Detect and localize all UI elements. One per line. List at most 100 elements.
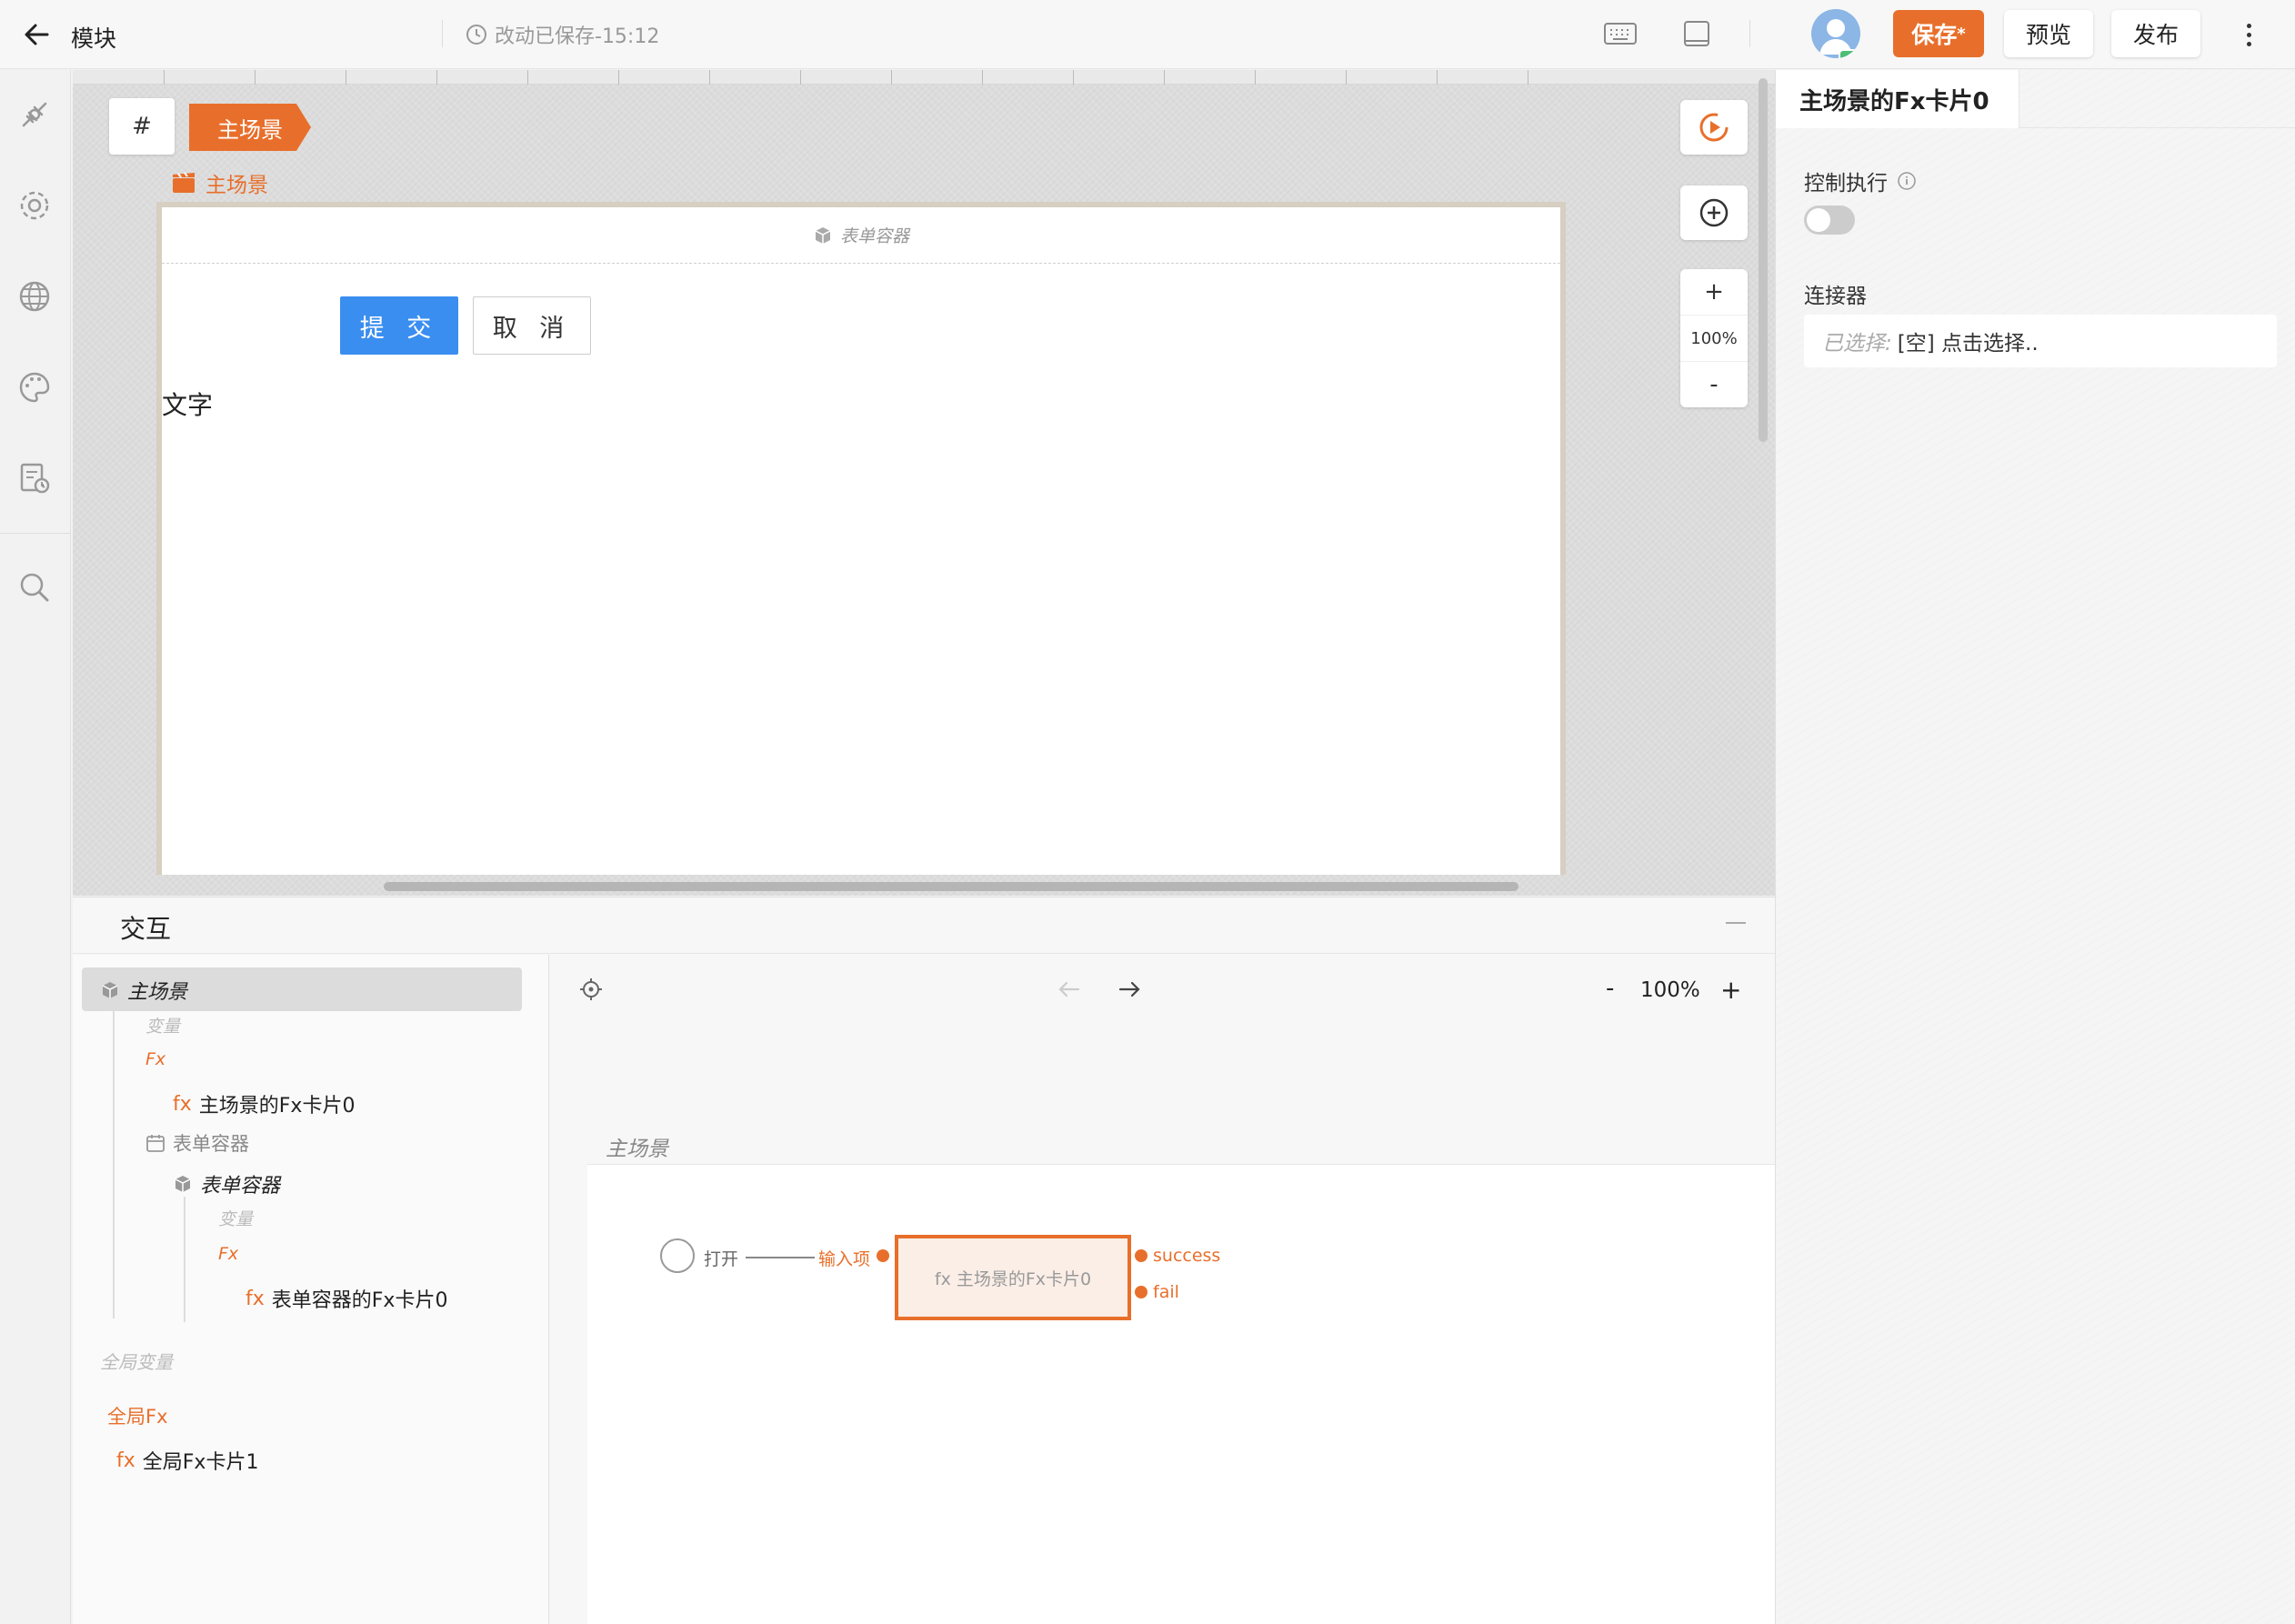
connector-prefix: 已选择:	[1822, 332, 1892, 356]
connection-line	[746, 1257, 815, 1258]
tree-item-main-scene[interactable]: 主场景	[100, 976, 187, 1005]
form-container-label: 表单容器	[839, 226, 909, 246]
history-doc-icon[interactable]	[13, 456, 56, 500]
scene-tag[interactable]: 主场景	[189, 104, 311, 151]
tree-item-fx-card[interactable]: fx 表单容器的Fx卡片0	[246, 1284, 447, 1313]
settings-icon[interactable]	[13, 184, 56, 227]
play-circle-icon	[1699, 113, 1729, 142]
interaction-title: 交互	[120, 914, 172, 944]
save-status-text: 改动已保存-15:12	[495, 25, 660, 48]
tree-item-form-group[interactable]: 表单容器	[145, 1129, 249, 1157]
top-bar: 模块 改动已保存-15:12 保存 * 预览 发布	[0, 0, 2295, 69]
tree-item-label: 表单容器	[173, 1133, 249, 1155]
fail-port-label: fail	[1153, 1282, 1179, 1302]
control-exec-toggle[interactable]	[1804, 206, 1855, 235]
connector-select[interactable]: 已选择: [空] 点击选择..	[1804, 315, 2277, 367]
book-icon[interactable]	[1677, 15, 1717, 55]
fx-icon: fx	[246, 1287, 265, 1310]
keyboard-icon[interactable]	[1600, 15, 1640, 55]
save-status: 改动已保存-15:12	[466, 20, 659, 49]
divider	[442, 20, 443, 47]
form-container-header[interactable]: 表单容器	[162, 207, 1560, 264]
fx-icon: fx	[116, 1449, 135, 1472]
submit-button[interactable]: 提 交	[340, 296, 458, 355]
play-preview-button[interactable]	[1680, 100, 1748, 155]
tree-item-global-vars[interactable]: 全局变量	[100, 1348, 173, 1374]
online-badge	[1839, 49, 1860, 58]
tree-item-label: 主场景	[127, 981, 188, 1004]
control-exec-row: 控制执行	[1804, 165, 1917, 196]
flow-zoom-in-button[interactable]: +	[1720, 975, 1741, 1005]
success-port[interactable]	[1135, 1249, 1148, 1262]
avatar[interactable]	[1811, 9, 1860, 58]
flow-board[interactable]	[587, 1164, 1775, 1624]
hash-button[interactable]: #	[109, 98, 175, 155]
scene-sub-text: 主场景	[205, 174, 268, 197]
unsaved-mark: *	[1957, 24, 1966, 44]
search-icon[interactable]	[13, 566, 56, 609]
tree-guide-line	[184, 1197, 185, 1322]
cancel-button[interactable]: 取 消	[473, 296, 591, 355]
text-component[interactable]: 文字	[162, 386, 213, 422]
zoom-control: + 100% -	[1680, 269, 1748, 407]
back-arrow-icon[interactable]	[20, 16, 56, 53]
properties-tab[interactable]: 主场景的Fx卡片0	[1776, 70, 2019, 128]
open-event-node[interactable]	[660, 1238, 695, 1273]
undo-arrow-icon[interactable]	[1055, 977, 1084, 1002]
minimize-icon[interactable]	[1726, 922, 1746, 924]
tree-item-fx-card[interactable]: fx 主场景的Fx卡片0	[173, 1089, 355, 1118]
fail-port[interactable]	[1135, 1286, 1148, 1298]
plug-icon[interactable]	[13, 93, 56, 136]
locate-icon[interactable]	[578, 977, 604, 1002]
flow-zoom-level: 100%	[1640, 978, 1700, 1002]
tree-item-vars[interactable]: 变量	[218, 1206, 253, 1230]
globe-icon[interactable]	[13, 275, 56, 318]
ruler	[73, 70, 1775, 85]
publish-button[interactable]: 发布	[2111, 10, 2200, 57]
scene-sub-label: 主场景	[171, 167, 268, 198]
divider	[2019, 127, 2295, 128]
success-port-label: success	[1153, 1246, 1221, 1266]
vertical-scrollbar[interactable]	[1759, 78, 1768, 442]
palette-icon[interactable]	[13, 366, 56, 409]
fx-icon: fx	[173, 1092, 192, 1116]
open-event-label: 打开	[704, 1249, 739, 1269]
tree-item-vars[interactable]: 变量	[145, 1013, 180, 1038]
zoom-in-button[interactable]: +	[1680, 269, 1748, 316]
rail-divider	[0, 533, 71, 534]
save-button-label: 保存	[1911, 22, 1958, 48]
flow-zoom-out-button[interactable]: -	[1606, 975, 1614, 1002]
flow-scene-label: 主场景	[606, 1138, 668, 1161]
plus-circle-icon	[1699, 198, 1729, 227]
module-title: 模块	[71, 25, 117, 52]
tree-guide-line	[113, 1002, 115, 1318]
cube-icon	[175, 1176, 191, 1192]
tree-item-global-fx-card[interactable]: fx 全局Fx卡片1	[116, 1446, 258, 1475]
clock-icon	[466, 25, 486, 45]
more-menu-icon[interactable]	[2235, 16, 2262, 53]
calendar-icon	[146, 1135, 165, 1152]
tree-item-fx-group[interactable]: Fx	[218, 1244, 238, 1264]
tree-item-global-fx[interactable]: 全局Fx	[107, 1402, 168, 1429]
save-button[interactable]: 保存 *	[1893, 10, 1984, 57]
redo-arrow-icon[interactable]	[1115, 977, 1144, 1002]
zoom-level: 100%	[1680, 316, 1748, 362]
add-element-button[interactable]	[1680, 185, 1748, 240]
tree-item-form-container[interactable]: 表单容器	[173, 1169, 280, 1198]
cube-icon	[815, 226, 831, 244]
tree-item-label: 表单容器	[200, 1175, 281, 1198]
tree-item-label: 主场景的Fx卡片0	[198, 1095, 356, 1118]
horizontal-scrollbar[interactable]	[384, 882, 1518, 891]
clapper-icon	[173, 172, 195, 193]
control-exec-label: 控制执行	[1804, 172, 1888, 195]
preview-button[interactable]: 预览	[2004, 10, 2093, 57]
connector-value: [空] 点击选择..	[1897, 332, 2039, 356]
tree-item-fx-group[interactable]: Fx	[145, 1049, 165, 1069]
tree-item-label: 全局Fx卡片1	[142, 1451, 259, 1474]
tree-item-label: 表单容器的Fx卡片0	[271, 1289, 448, 1312]
zoom-out-button[interactable]: -	[1680, 362, 1748, 407]
fx-card-node[interactable]: fx 主场景的Fx卡片0	[895, 1235, 1131, 1320]
input-port[interactable]	[877, 1249, 889, 1262]
input-port-label: 输入项	[818, 1249, 871, 1269]
info-icon[interactable]	[1897, 171, 1917, 191]
